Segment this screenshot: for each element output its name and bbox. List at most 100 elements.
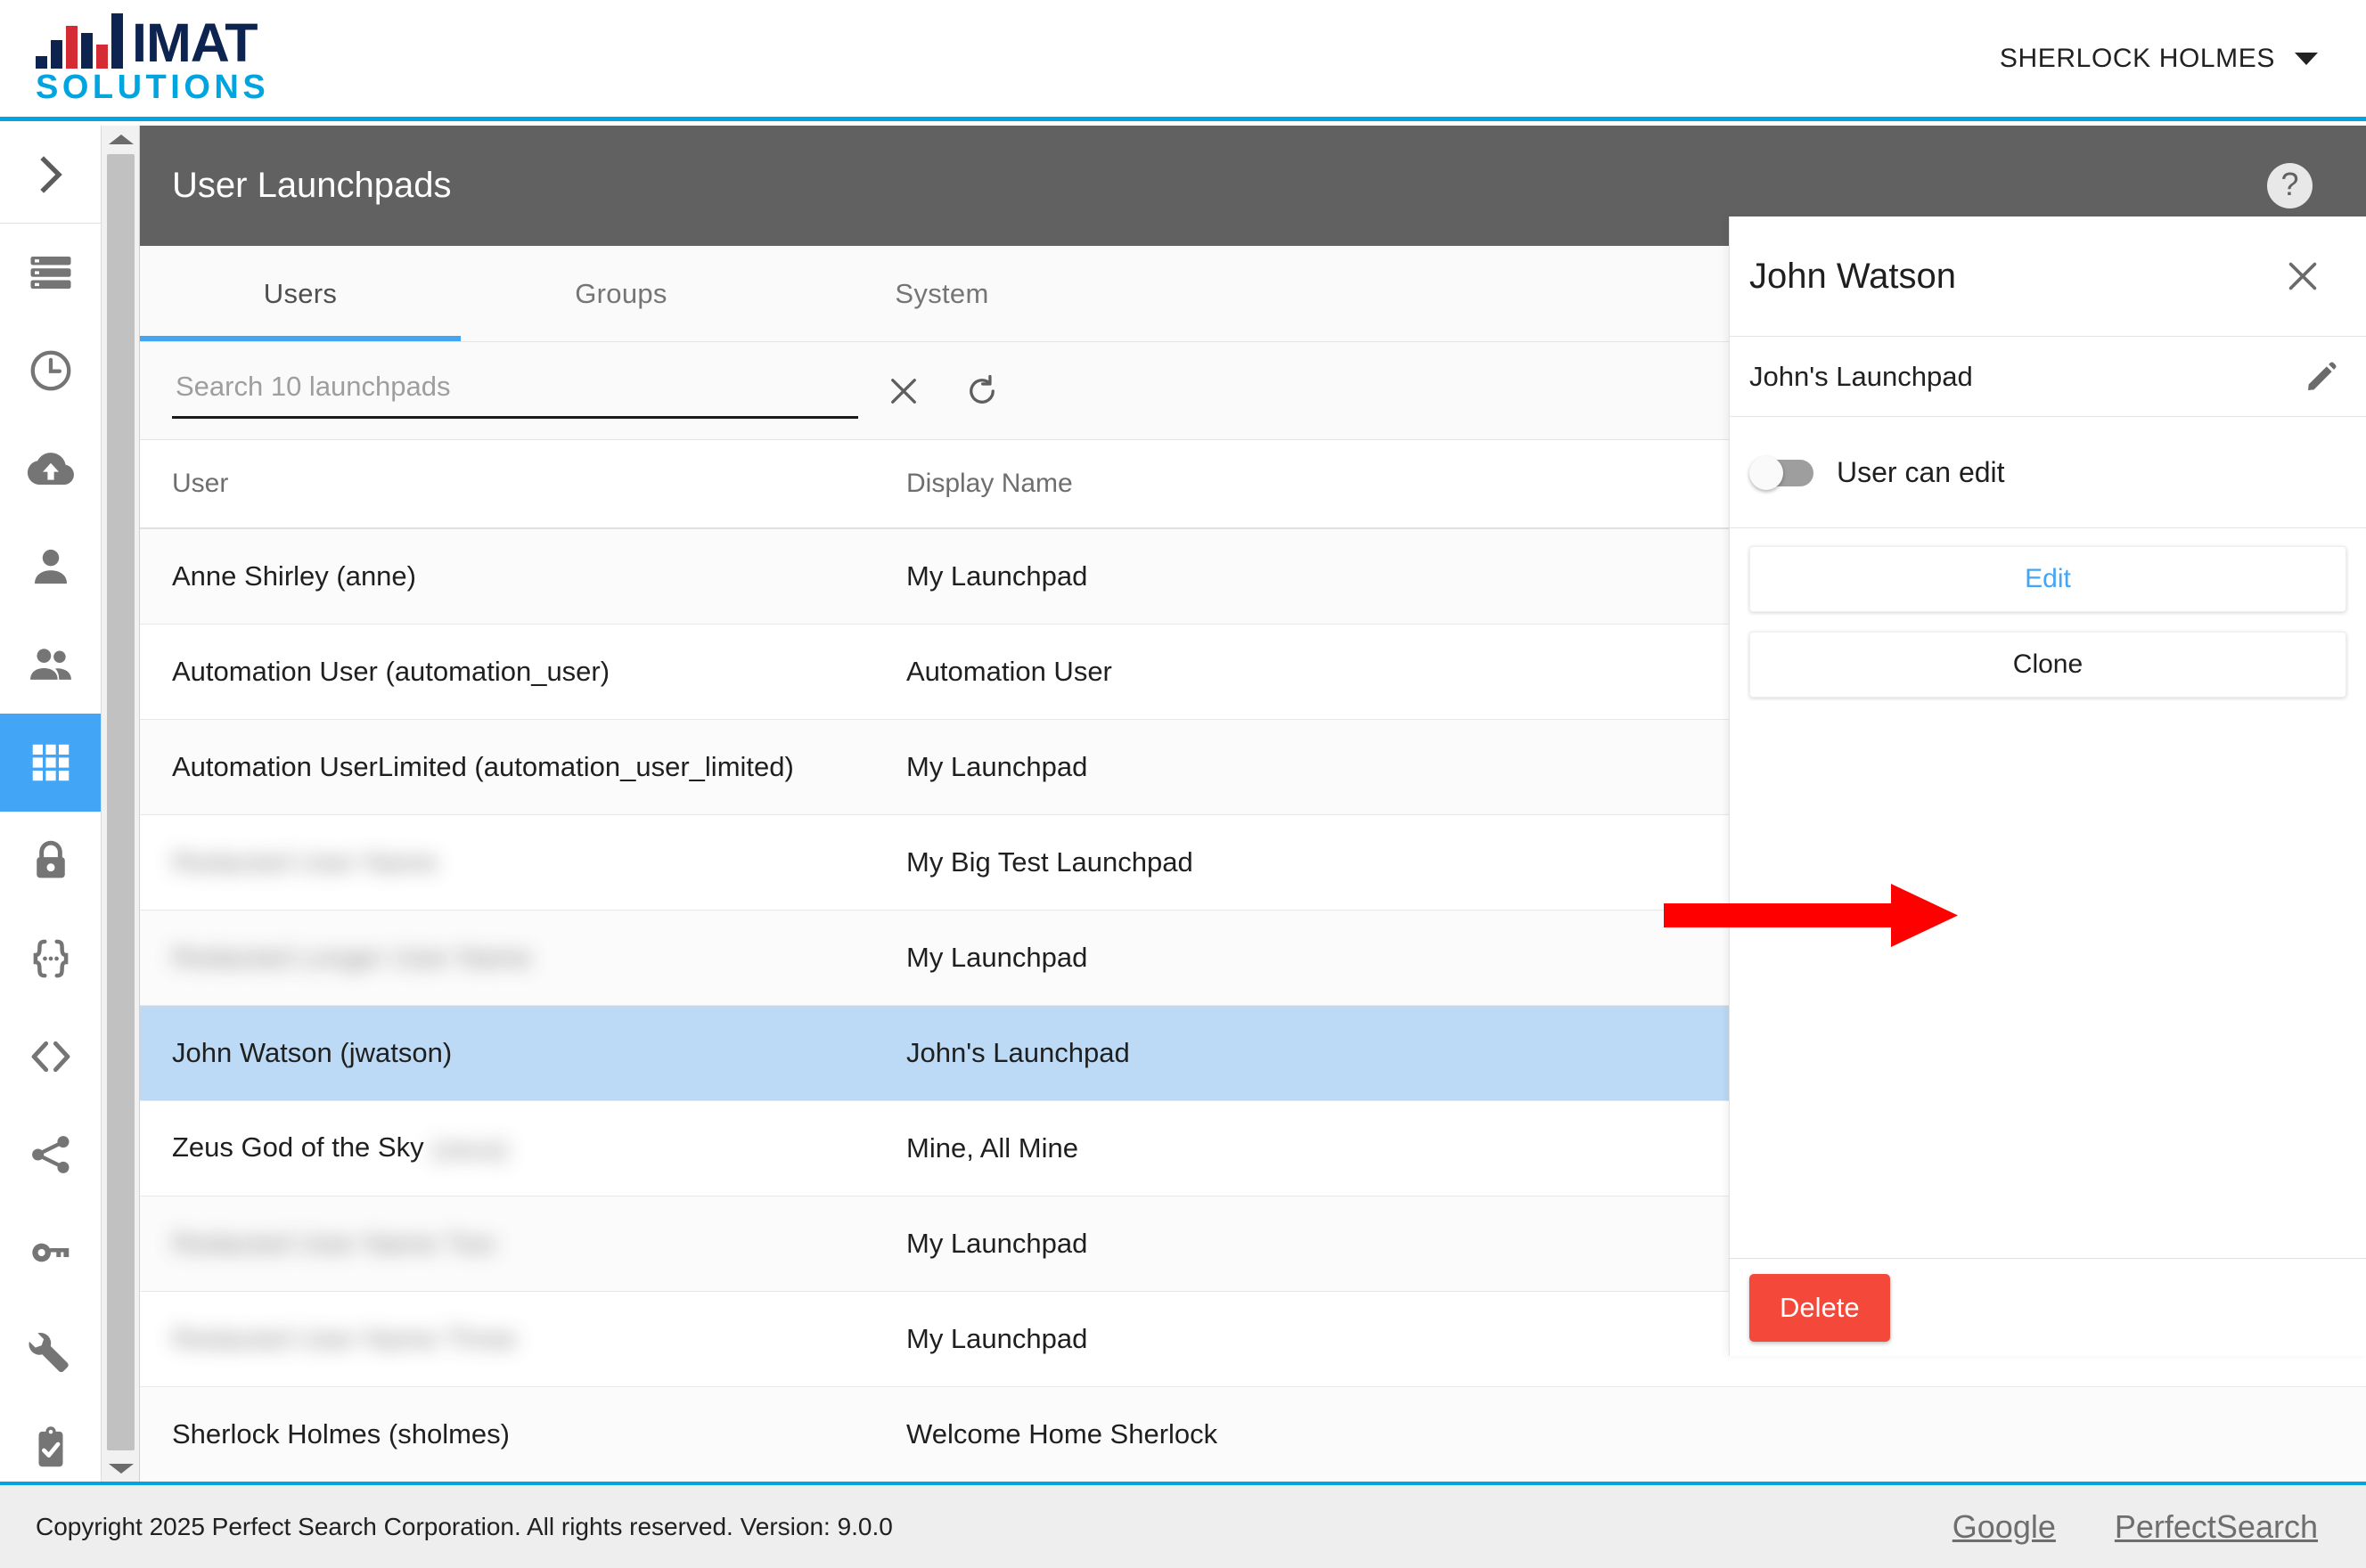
cell-user-redacted: Redacted User Name Three (172, 1323, 518, 1354)
cell-display-name: My Launchpad (906, 751, 1088, 782)
user-can-edit-label: User can edit (1837, 455, 2005, 488)
bar-chart-logo-icon (36, 12, 127, 69)
cell-display-name: Automation User (906, 656, 1112, 687)
sidebar-item-share[interactable] (0, 1106, 101, 1204)
help-icon[interactable]: ? (2267, 163, 2313, 208)
cell-user-redacted: Redacted User Name Two (172, 1228, 495, 1259)
footer-link-perfectsearch[interactable]: PerfectSearch (2115, 1508, 2318, 1546)
sidebar-item-upload[interactable] (0, 420, 101, 518)
cell-user: Automation UserLimited (automation_user_… (172, 751, 794, 782)
refresh-icon (963, 372, 1001, 410)
sidebar-expand-button[interactable] (0, 126, 101, 224)
logo-secondary-text: SOLUTIONS (36, 68, 270, 106)
chevron-right-icon (27, 151, 75, 199)
apps-grid-icon (27, 739, 75, 787)
sidebar-item-security[interactable] (0, 812, 101, 910)
tab-groups-label: Groups (575, 277, 667, 309)
footer-link-google[interactable]: Google (1953, 1508, 2056, 1546)
user-account-menu[interactable]: SHERLOCK HOLMES (2000, 44, 2366, 74)
cell-user: Anne Shirley (anne) (172, 560, 416, 592)
refresh-button[interactable] (949, 358, 1015, 424)
copyright-text: Copyright 2025 Perfect Search Corporatio… (36, 1512, 893, 1540)
tab-users-label: Users (263, 277, 338, 309)
delete-action-bar: Delete (1730, 1258, 2366, 1356)
clock-icon (27, 347, 75, 395)
detail-title: John Watson (1749, 256, 1956, 296)
tab-system[interactable]: System (782, 246, 1102, 341)
left-icon-rail (0, 126, 102, 1482)
sidebar-item-json[interactable] (0, 910, 101, 1008)
code-icon (27, 1033, 75, 1081)
tab-users[interactable]: Users (140, 246, 461, 341)
cell-user-redacted: Redacted Longer User Name (172, 942, 532, 973)
delete-button[interactable]: Delete (1749, 1273, 1890, 1342)
chevron-down-icon (2295, 52, 2318, 65)
sidebar-item-launchpads[interactable] (0, 714, 101, 812)
cell-display-name: Mine, All Mine (906, 1132, 1078, 1164)
cell-user: Zeus God of the Sky (zeus) (140, 1131, 906, 1165)
table-row[interactable]: Sherlock Holmes (sholmes) Welcome Home S… (140, 1387, 2366, 1482)
cell-user: Sherlock Holmes (sholmes) (172, 1418, 510, 1450)
imat-solutions-logo: IMAT SOLUTIONS (0, 12, 270, 106)
cell-display-name: My Launchpad (906, 1228, 1088, 1259)
key-icon (27, 1229, 75, 1277)
page-scrollbar[interactable] (102, 126, 140, 1482)
lock-icon (27, 837, 75, 885)
launchpad-name-row: John's Launchpad (1730, 337, 2366, 417)
sidebar-item-keys[interactable] (0, 1204, 101, 1302)
cell-display-name: John's Launchpad (906, 1037, 1130, 1068)
cell-display-name: Welcome Home Sherlock (906, 1418, 1218, 1450)
cell-display-name: My Launchpad (906, 942, 1088, 973)
sidebar-item-tools[interactable] (0, 1302, 101, 1400)
cell-display-name: My Launchpad (906, 1323, 1088, 1354)
launchpad-name: John's Launchpad (1749, 360, 1973, 392)
storage-icon (27, 249, 75, 297)
clear-search-button[interactable] (871, 358, 937, 424)
detail-actions: Edit Clone (1730, 528, 2366, 698)
column-header-display-name: Display Name (906, 469, 1073, 498)
cell-user-name: Zeus God of the Sky (172, 1131, 424, 1164)
cell-user: John Watson (jwatson) (172, 1037, 453, 1068)
cell-user-redacted: (zeus) (431, 1132, 509, 1164)
edit-button[interactable]: Edit (1749, 546, 2346, 612)
detail-header: John Watson (1730, 216, 2366, 337)
close-panel-button[interactable] (2282, 256, 2323, 297)
wrench-icon (27, 1327, 75, 1375)
sidebar-item-user[interactable] (0, 518, 101, 616)
page-footer: Copyright 2025 Perfect Search Corporatio… (0, 1482, 2366, 1568)
search-input[interactable] (172, 363, 858, 419)
toggle-knob (1749, 456, 1783, 490)
close-icon (885, 372, 922, 410)
cell-user: Automation User (automation_user) (172, 656, 610, 687)
launchpad-detail-panel: John Watson John's Launchpad User can ed… (1729, 216, 2366, 1356)
clone-button-label: Clone (2012, 649, 2084, 679)
scrollbar-thumb[interactable] (107, 154, 135, 1450)
cell-user: Redacted Longer User Name (140, 942, 906, 974)
sidebar-item-history[interactable] (0, 322, 101, 420)
scroll-down-arrow-icon[interactable] (102, 1455, 140, 1482)
scroll-up-arrow-icon[interactable] (102, 126, 140, 152)
people-icon (27, 641, 75, 689)
cell-user: Redacted User Name Three (140, 1323, 906, 1355)
tab-groups[interactable]: Groups (461, 246, 782, 341)
share-icon (27, 1131, 75, 1179)
user-can-edit-toggle[interactable] (1749, 456, 1813, 490)
braces-icon (27, 935, 75, 983)
rename-launchpad-button[interactable] (2304, 359, 2339, 395)
page-title: User Launchpads (172, 166, 452, 205)
top-bar: IMAT SOLUTIONS SHERLOCK HOLMES (0, 0, 2366, 121)
footer-links: Google PerfectSearch (1894, 1508, 2318, 1546)
sidebar-item-code[interactable] (0, 1008, 101, 1106)
pencil-icon (2304, 359, 2339, 395)
user-can-edit-row: User can edit (1730, 417, 2366, 528)
person-icon (27, 543, 75, 591)
clone-button[interactable]: Clone (1749, 632, 2346, 698)
sidebar-item-groups[interactable] (0, 616, 101, 714)
cell-user: Redacted User Name (140, 846, 906, 878)
sidebar-item-storage[interactable] (0, 224, 101, 322)
edit-button-label: Edit (2025, 564, 2071, 593)
cell-display-name: My Launchpad (906, 560, 1088, 592)
cloud-upload-icon (27, 445, 75, 493)
tab-system-label: System (895, 277, 989, 309)
clipboard-check-icon (27, 1425, 75, 1473)
